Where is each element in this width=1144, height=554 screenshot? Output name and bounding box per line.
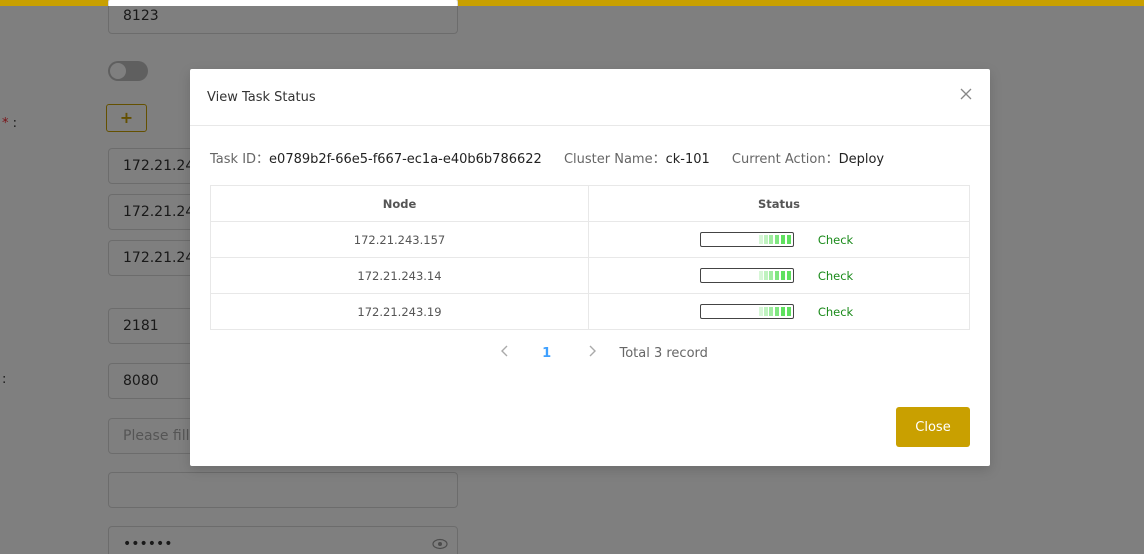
table-row: 172.21.243.14 Check (210, 257, 970, 294)
prev-page-button[interactable] (498, 344, 512, 362)
current-action-info: Current Action：Deploy (732, 148, 884, 167)
status-cell: Check (588, 221, 970, 258)
task-status-modal: View Task Status Task ID：e0789b2f-66e5-f… (190, 69, 990, 466)
table-header-row: Node Status (210, 185, 970, 222)
cluster-name-label: Cluster Name： (563, 152, 666, 167)
node-status-table: Node Status 172.21.243.157 Check 172.21.… (210, 185, 970, 330)
task-id-info: Task ID：e0789b2f-66e5-f667-ec1a-e40b6b78… (210, 148, 542, 167)
node-cell: 172.21.243.157 (210, 221, 589, 258)
task-id-value: e0789b2f-66e5-f667-ec1a-e40b6b786622 (269, 152, 542, 167)
pagination-total: Total 3 record (619, 345, 708, 361)
status-cell: Check (588, 257, 970, 294)
check-link[interactable]: Check (818, 305, 858, 319)
task-info-row: Task ID：e0789b2f-66e5-f667-ec1a-e40b6b78… (210, 148, 902, 167)
task-id-label: Task ID： (210, 152, 270, 167)
chevron-right-icon (589, 345, 597, 357)
cluster-name-value: ck-101 (665, 152, 710, 167)
cluster-name-info: Cluster Name：ck-101 (564, 148, 710, 167)
node-cell: 172.21.243.14 (210, 257, 589, 294)
check-link[interactable]: Check (818, 269, 858, 283)
pagination: 1 Total 3 record (498, 344, 708, 364)
close-button[interactable]: Close (896, 407, 970, 447)
check-link[interactable]: Check (818, 233, 858, 247)
status-column-header: Status (588, 185, 970, 222)
chevron-left-icon (501, 345, 508, 357)
node-column-header: Node (210, 185, 589, 222)
page-number-current[interactable]: 1 (542, 346, 551, 361)
status-progress-bar (700, 304, 795, 319)
table-row: 172.21.243.157 Check (210, 221, 970, 258)
current-action-label: Current Action： (731, 152, 839, 167)
status-progress-bar (700, 232, 795, 247)
current-action-value: Deploy (838, 152, 885, 167)
modal-title: View Task Status (207, 90, 316, 105)
close-icon[interactable] (959, 87, 973, 101)
modal-header: View Task Status (190, 69, 990, 126)
table-row: 172.21.243.19 Check (210, 293, 970, 330)
next-page-button[interactable] (585, 344, 615, 362)
status-cell: Check (588, 293, 970, 330)
node-cell: 172.21.243.19 (210, 293, 589, 330)
status-progress-bar (700, 268, 795, 283)
